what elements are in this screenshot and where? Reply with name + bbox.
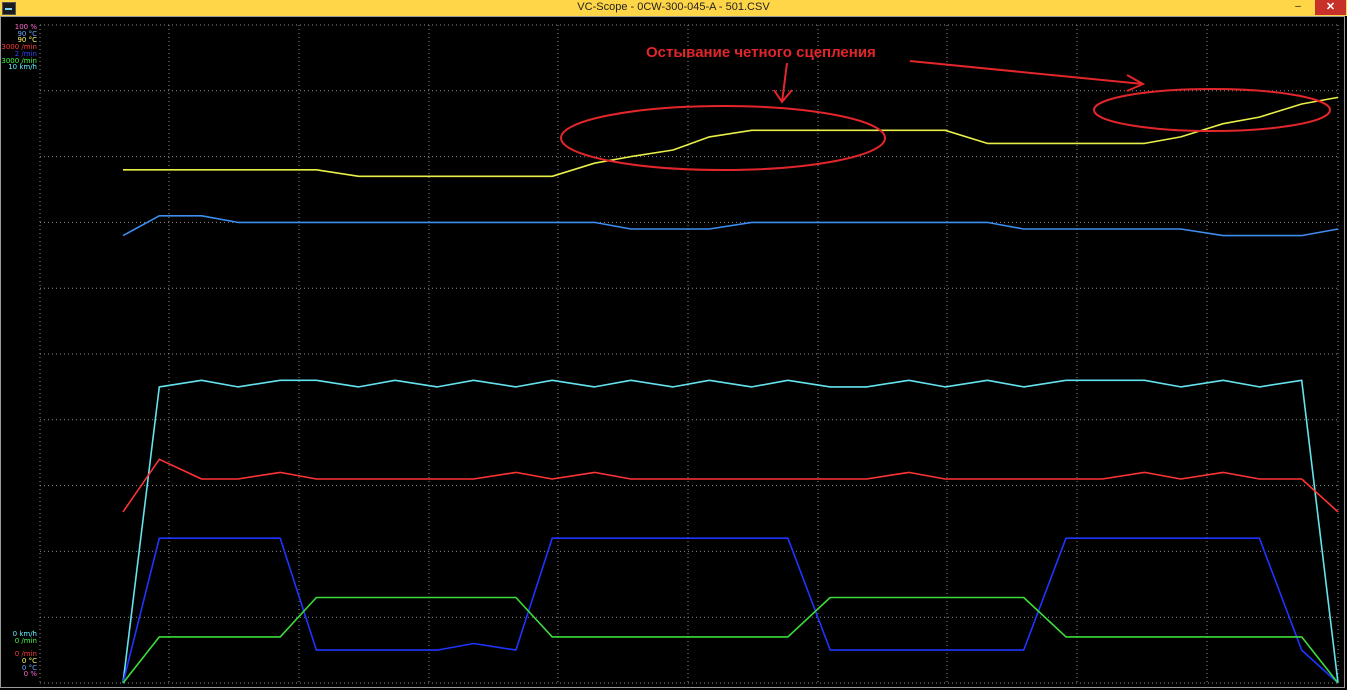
annotation-arrow-down <box>773 62 793 104</box>
series-line-1 <box>122 215 1339 237</box>
series-line-0 <box>123 96 1339 178</box>
annotation-label: Остывание четного сцепления <box>646 44 876 61</box>
series-line-5 <box>122 596 1339 684</box>
highlight-ellipse-1 <box>560 105 886 171</box>
series-line-3 <box>122 458 1339 513</box>
scale-label-top-6: 10 km/h <box>8 63 37 72</box>
grid-lines <box>39 24 1339 684</box>
annotation-arrow-right <box>909 60 1146 92</box>
scale-label-bottom-6: 0 % <box>23 670 37 679</box>
oscilloscope-chart <box>39 24 1339 684</box>
series-layer <box>122 96 1339 684</box>
highlight-ellipse-2 <box>1093 88 1331 132</box>
scale-label-bottom-1: 0 /min <box>14 636 37 645</box>
